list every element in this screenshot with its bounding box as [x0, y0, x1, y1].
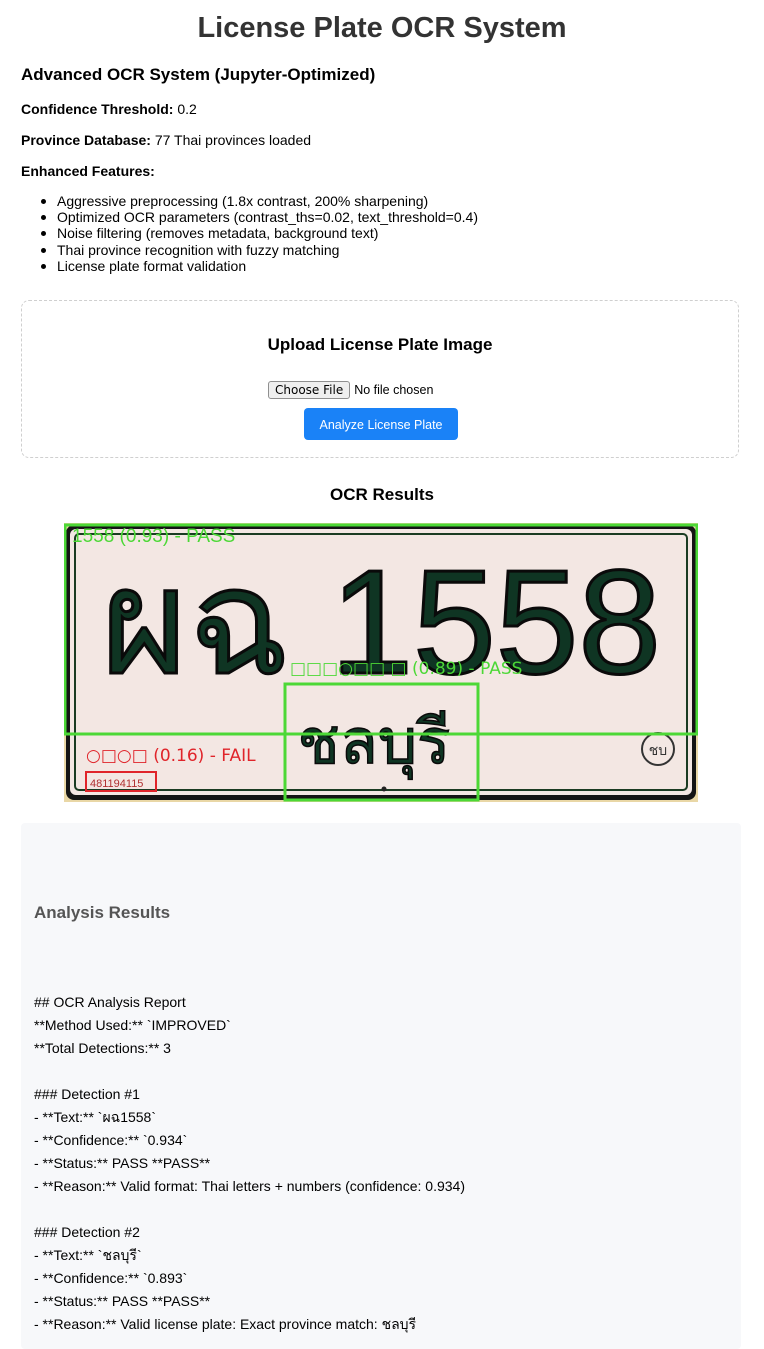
feature-item: Optimized OCR parameters (contrast_ths=0…	[41, 209, 478, 226]
province-database-label: Province Database:	[21, 132, 151, 148]
province-database: Province Database: 77 Thai provinces loa…	[21, 131, 311, 149]
plate-serial-text: 481194115	[90, 778, 143, 790]
features-list: Aggressive preprocessing (1.8x contrast,…	[41, 193, 478, 274]
choose-file-button[interactable]: Choose File	[268, 381, 351, 399]
detection-label-1: 1558 (0.93) - PASS	[72, 526, 235, 547]
file-input[interactable]: Choose File No file chosen	[268, 381, 433, 399]
province-database-value: 77 Thai provinces loaded	[154, 132, 312, 148]
detection-label-2: □□□○□□ □ (0.89) - PASS	[290, 659, 522, 679]
upload-panel: Upload License Plate Image Choose File N…	[21, 300, 739, 458]
analysis-title: Analysis Results	[34, 903, 171, 922]
file-status: No file chosen	[354, 383, 434, 397]
detection-2-reason: - **Reason:** Valid license plate: Exact…	[34, 1316, 417, 1332]
upload-title: Upload License Plate Image	[267, 335, 493, 354]
detection-2-text: - **Text:** `ชลบุรี`	[34, 1247, 142, 1263]
seal-text: ชบ	[649, 743, 667, 759]
plate-dot	[381, 786, 387, 792]
confidence-threshold: Confidence Threshold: 0.2	[21, 100, 197, 118]
detection-2-confidence: - **Confidence:** `0.893`	[34, 1270, 188, 1286]
license-plate-image: ผฉ 1558 ชลบุรี ชบ 481194115 1558 (0.93) …	[63, 523, 699, 802]
results-heading: OCR Results	[330, 485, 434, 504]
report-method: **Method Used:** `IMPROVED`	[34, 1017, 231, 1033]
analyze-button[interactable]: Analyze License Plate	[304, 408, 458, 440]
feature-item: Thai province recognition with fuzzy mat…	[41, 242, 478, 258]
detection-2-status: - **Status:** PASS **PASS**	[34, 1293, 211, 1309]
system-heading: Advanced OCR System (Jupyter-Optimized)	[21, 65, 376, 84]
report-total: **Total Detections:** 3	[34, 1040, 171, 1056]
detection-2-heading: ### Detection #2	[34, 1224, 140, 1240]
confidence-threshold-value: 0.2	[177, 101, 197, 117]
detection-1-status: - **Status:** PASS **PASS**	[34, 1155, 211, 1171]
plate-main-text: ผฉ 1558	[101, 540, 661, 705]
feature-item: Noise filtering (removes metadata, backg…	[41, 225, 478, 241]
confidence-threshold-label: Confidence Threshold:	[21, 101, 174, 117]
detection-1-text: - **Text:** `ผฉ1558`	[34, 1109, 157, 1125]
features-label: Enhanced Features:	[21, 163, 155, 179]
plate-province-text: ชลบุรี	[298, 705, 451, 779]
result-image: ผฉ 1558 ชลบุรี ชบ 481194115 1558 (0.93) …	[63, 523, 699, 802]
detection-label-3: ○□○□ (0.16) - FAIL	[86, 746, 256, 766]
analysis-panel: Analysis Results ## OCR Analysis Report …	[21, 823, 741, 1349]
page-title: License Plate OCR System	[197, 12, 567, 44]
detection-1-heading: ### Detection #1	[34, 1086, 140, 1102]
detection-1-reason: - **Reason:** Valid format: Thai letters…	[34, 1178, 465, 1194]
feature-item: Aggressive preprocessing (1.8x contrast,…	[41, 193, 478, 209]
detection-1-confidence: - **Confidence:** `0.934`	[34, 1132, 188, 1148]
report-heading: ## OCR Analysis Report	[34, 994, 186, 1010]
feature-item: License plate format validation	[41, 258, 478, 274]
